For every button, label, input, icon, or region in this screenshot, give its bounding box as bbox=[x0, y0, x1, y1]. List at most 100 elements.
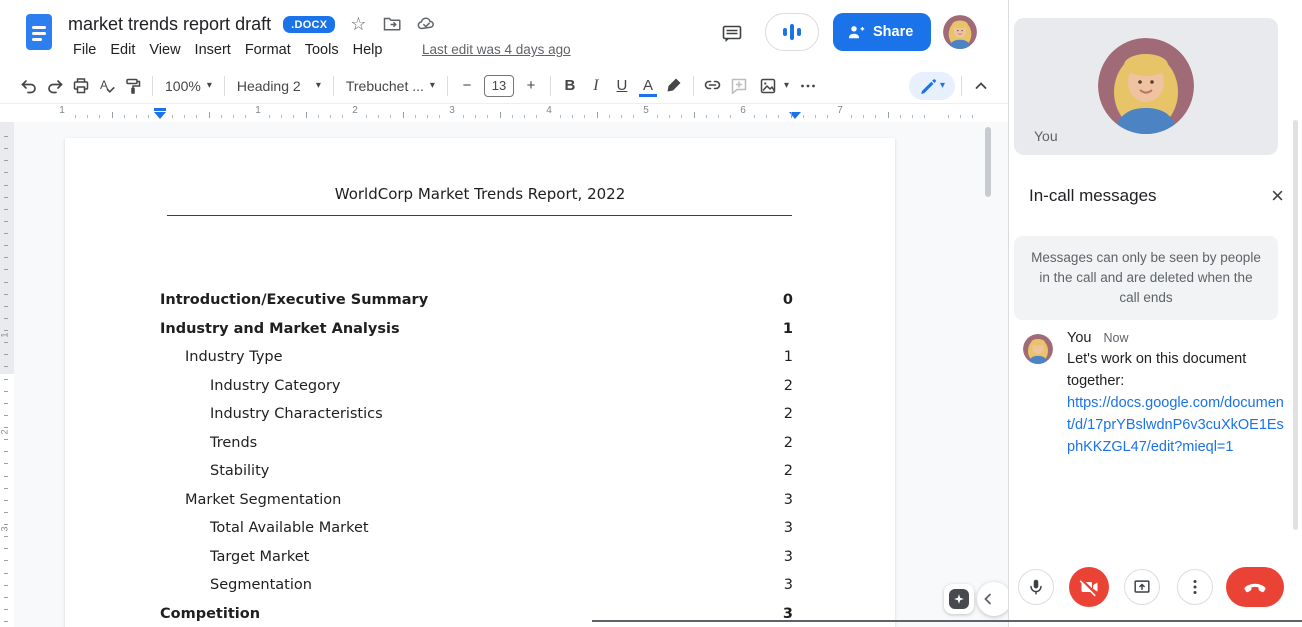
ruler-tick bbox=[4, 573, 8, 574]
insert-image-button[interactable]: ▾ bbox=[752, 73, 795, 99]
cloud-saved-icon[interactable] bbox=[415, 13, 437, 35]
star-icon[interactable]: ☆ bbox=[347, 13, 369, 35]
share-button[interactable]: Share bbox=[833, 13, 931, 51]
undo-button[interactable] bbox=[16, 73, 42, 99]
menu-insert[interactable]: Insert bbox=[188, 40, 238, 60]
ruler-number: 7 bbox=[837, 105, 843, 116]
toc-row[interactable]: Competition3 bbox=[65, 600, 895, 627]
present-screen-button[interactable] bbox=[1124, 569, 1160, 605]
ruler-number: 1 bbox=[59, 105, 65, 116]
ruler-tick bbox=[172, 115, 173, 118]
menu-help[interactable]: Help bbox=[346, 40, 390, 60]
toc-row[interactable]: Segmentation3 bbox=[65, 571, 895, 600]
font-size-input[interactable]: 13 bbox=[484, 75, 514, 97]
toc-page-number: 1 bbox=[783, 321, 793, 337]
menu-file[interactable]: File bbox=[66, 40, 103, 60]
toc-page-number: 1 bbox=[784, 349, 793, 365]
document-scrollbar[interactable] bbox=[985, 127, 991, 197]
text-color-button[interactable]: A bbox=[635, 73, 661, 99]
ruler-tick bbox=[4, 415, 8, 416]
ruler-tick bbox=[318, 115, 319, 118]
open-comment-history-button[interactable] bbox=[716, 18, 748, 50]
pencil-icon bbox=[919, 77, 936, 94]
close-icon[interactable]: × bbox=[1271, 185, 1284, 207]
horizontal-ruler[interactable]: 11234567 bbox=[0, 104, 1008, 122]
meet-call-button[interactable] bbox=[765, 13, 819, 51]
toc-page-number: 2 bbox=[784, 378, 793, 394]
expand-side-panel-tab[interactable] bbox=[977, 582, 1008, 616]
first-line-indent-marker[interactable] bbox=[154, 108, 166, 111]
toc-entry-label: Segmentation bbox=[65, 577, 784, 593]
message-text: Let's work on this document together: bbox=[1067, 348, 1291, 392]
menu-edit[interactable]: Edit bbox=[103, 40, 142, 60]
sidebar-scrollbar[interactable] bbox=[1293, 120, 1298, 530]
hide-menus-button[interactable] bbox=[968, 73, 994, 99]
menu-view[interactable]: View bbox=[142, 40, 187, 60]
docs-logo-icon[interactable] bbox=[25, 13, 53, 51]
paint-format-button[interactable] bbox=[120, 73, 146, 99]
document-title[interactable]: market trends report draft bbox=[68, 14, 271, 35]
underline-button[interactable]: U bbox=[609, 73, 635, 99]
self-video-tile[interactable]: You bbox=[1014, 18, 1278, 155]
insert-link-button[interactable] bbox=[700, 73, 726, 99]
left-indent-marker[interactable] bbox=[154, 112, 166, 119]
vertical-ruler[interactable]: 123 bbox=[0, 122, 14, 627]
toc-entry-label: Market Segmentation bbox=[65, 492, 784, 508]
print-button[interactable] bbox=[68, 73, 94, 99]
ruler-tick bbox=[4, 560, 8, 561]
increase-font-size-button[interactable]: + bbox=[518, 73, 544, 99]
microphone-button[interactable] bbox=[1018, 569, 1054, 605]
add-comment-button[interactable] bbox=[726, 73, 752, 99]
gemini-button[interactable] bbox=[944, 584, 974, 614]
font-family-value: Trebuchet ... bbox=[346, 78, 424, 94]
font-family-select[interactable]: Trebuchet ... ▾ bbox=[340, 73, 441, 99]
more-options-button[interactable] bbox=[1177, 569, 1213, 605]
ruler-number: 1 bbox=[255, 105, 261, 116]
highlight-color-button[interactable] bbox=[661, 73, 687, 99]
menu-tools[interactable]: Tools bbox=[298, 40, 346, 60]
toolbar-separator bbox=[961, 76, 962, 96]
italic-button[interactable]: I bbox=[583, 73, 609, 99]
ruler-tick bbox=[863, 115, 864, 118]
spelling-check-button[interactable]: A bbox=[94, 73, 120, 99]
horizontal-rule bbox=[167, 215, 792, 216]
ruler-tick bbox=[681, 115, 682, 118]
ruler-tick bbox=[196, 115, 197, 118]
move-folder-icon[interactable] bbox=[381, 13, 403, 35]
toc-row[interactable]: Industry and Market Analysis1 bbox=[65, 315, 895, 344]
share-person-icon bbox=[847, 23, 865, 41]
camera-off-button[interactable] bbox=[1069, 567, 1109, 607]
toc-row[interactable]: Industry Characteristics2 bbox=[65, 400, 895, 429]
document-heading[interactable]: WorldCorp Market Trends Report, 2022 bbox=[65, 138, 895, 203]
ruler-tick bbox=[4, 597, 8, 598]
last-edit-link[interactable]: Last edit was 4 days ago bbox=[422, 42, 571, 57]
end-call-button[interactable] bbox=[1226, 567, 1284, 607]
redo-button[interactable] bbox=[42, 73, 68, 99]
toc-row[interactable]: Industry Type1 bbox=[65, 343, 895, 372]
meet-sidebar: You In-call messages × Messages can only… bbox=[1008, 0, 1302, 627]
menu-format[interactable]: Format bbox=[238, 40, 298, 60]
zoom-select[interactable]: 100% ▾ bbox=[159, 73, 218, 99]
document-link[interactable]: https://docs.google.com/document/d/17prY… bbox=[1067, 395, 1284, 455]
document-page[interactable]: WorldCorp Market Trends Report, 2022 Int… bbox=[65, 138, 895, 627]
editing-mode-button[interactable]: ▾ bbox=[909, 72, 955, 100]
ruler-tick bbox=[463, 115, 464, 118]
toc-row[interactable]: Trends2 bbox=[65, 429, 895, 458]
toc-entry-label: Industry Type bbox=[65, 349, 784, 365]
account-avatar[interactable] bbox=[943, 15, 977, 49]
ruler-tick bbox=[4, 524, 8, 525]
more-toolbar-options-button[interactable] bbox=[795, 73, 821, 99]
paragraph-style-select[interactable]: Heading 2 ▾ bbox=[231, 73, 327, 99]
decrease-font-size-button[interactable]: − bbox=[454, 73, 480, 99]
toc-row[interactable]: Stability2 bbox=[65, 457, 895, 486]
bold-button[interactable]: B bbox=[557, 73, 583, 99]
toc-row[interactable]: Market Segmentation3 bbox=[65, 486, 895, 515]
ruler-tick bbox=[791, 112, 792, 118]
ruler-tick bbox=[233, 115, 234, 118]
toc-row[interactable]: Industry Category2 bbox=[65, 372, 895, 401]
toc-row[interactable]: Target Market3 bbox=[65, 543, 895, 572]
toc-row[interactable]: Total Available Market3 bbox=[65, 514, 895, 543]
toc-entry-label: Stability bbox=[65, 463, 784, 479]
toc-row[interactable]: Introduction/Executive Summary0 bbox=[65, 286, 895, 315]
ruler-tick bbox=[4, 609, 8, 610]
